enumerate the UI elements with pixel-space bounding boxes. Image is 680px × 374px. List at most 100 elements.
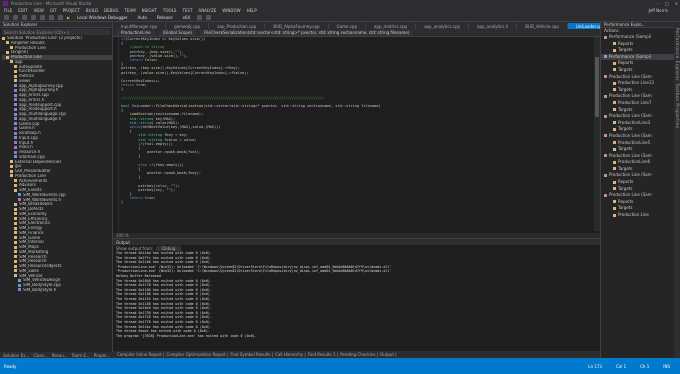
- folder-icon: [10, 169, 13, 173]
- editor-navigation-bar: ProductionLine (Global Scope) FileCheckSer…: [113, 29, 600, 37]
- tree-item-label: app: [15, 59, 23, 64]
- perf-tree-item[interactable]: Targets: [601, 67, 674, 74]
- perf-tree-item[interactable]: Reports: [601, 179, 674, 186]
- bottom-tab[interactable]: Find Symbol Results |: [230, 352, 273, 357]
- bottom-tab[interactable]: Compiler Inline Report |: [117, 352, 164, 357]
- perf-tree-item[interactable]: Targets: [601, 47, 674, 54]
- tree-item-label: SIM_Marketing: [19, 249, 49, 254]
- perf-tree-item[interactable]: Targets: [601, 166, 674, 173]
- output-source-select[interactable]: Debug: [156, 245, 182, 251]
- perf-tree-item[interactable]: Production Line (Sam: [601, 93, 674, 100]
- config-select[interactable]: Release: [157, 15, 173, 20]
- tree-item[interactable]: SIM_BodyStyle.h: [2, 288, 112, 293]
- perf-tree-item[interactable]: Performance (Sampli: [601, 53, 674, 61]
- menu-item-test[interactable]: TEST: [182, 8, 192, 13]
- platform-select[interactable]: x64: [183, 15, 190, 20]
- bottom-tab[interactable]: Pending Checkins |: [340, 352, 378, 357]
- forward-icon[interactable]: [13, 15, 18, 20]
- perf-tree-item[interactable]: Production Line7: [601, 100, 674, 107]
- panel-tab[interactable]: Proper...: [94, 353, 110, 358]
- perf-tree-item[interactable]: Targets: [601, 107, 674, 114]
- folder-icon: [613, 81, 616, 85]
- perf-tree-item[interactable]: Reports: [601, 60, 674, 67]
- bottom-tab[interactable]: Call Hierarchy |: [275, 352, 306, 357]
- perf-tree-item[interactable]: Production Line (Sam: [601, 192, 674, 199]
- member-dropdown[interactable]: FileCheckSerialization(std::vector<std::…: [199, 29, 414, 36]
- signed-in-user[interactable]: Jeff Norris: [648, 8, 668, 13]
- perf-tree-item[interactable]: ProductionLine6: [601, 159, 674, 166]
- perf-tree-item[interactable]: Targets: [601, 146, 674, 153]
- file-icon: [14, 112, 17, 116]
- menu-item-file[interactable]: FILE: [4, 8, 12, 13]
- panel-tab[interactable]: Team E...: [72, 353, 90, 358]
- open-icon[interactable]: [31, 15, 36, 20]
- menu-item-view[interactable]: VIEW: [33, 8, 43, 13]
- menu-item-team[interactable]: TEAM: [124, 8, 135, 13]
- tree-item-label: Production Line: [15, 45, 46, 50]
- menu-item-git[interactable]: GIT: [50, 8, 57, 13]
- title-bar: Production Line - Microsoft Visual Studi…: [0, 0, 680, 7]
- menu-item-debug[interactable]: DEBUG: [104, 8, 118, 13]
- find-icon[interactable]: [197, 15, 203, 20]
- code-editor[interactable]: ProductionLine (Global Scope) FileCheckSer…: [113, 29, 600, 238]
- auto-select[interactable]: Auto: [138, 15, 147, 20]
- perf-tree-item[interactable]: Production Line (Sam: [601, 153, 674, 160]
- start-debug-icon[interactable]: ▶: [67, 15, 70, 20]
- bookmark-icon[interactable]: [206, 15, 212, 20]
- menu-item-analyze[interactable]: ANALYZE: [198, 8, 216, 13]
- panel-tab[interactable]: Solution Ex...: [3, 353, 29, 358]
- perf-item-label: Reports: [618, 40, 634, 46]
- perf-tree-item[interactable]: Reports: [601, 41, 674, 48]
- folder-icon: [613, 206, 616, 210]
- perf-tree-item[interactable]: Production Line (Sam: [601, 133, 674, 140]
- perf-tree-item[interactable]: Targets: [601, 205, 674, 212]
- redo-icon[interactable]: [58, 15, 63, 20]
- folder-icon: [613, 180, 616, 184]
- folder-icon: [613, 121, 616, 125]
- perf-tree-item[interactable]: Production Line (Sam: [601, 74, 674, 81]
- tree-item-label: SIM_Economy: [19, 211, 47, 216]
- perf-tree-item[interactable]: Production Line (Sam: [601, 113, 674, 120]
- perf-tree-item[interactable]: Production Line: [601, 212, 674, 219]
- scroll-thumb[interactable]: [595, 57, 599, 117]
- perf-tree-item[interactable]: Production Line (Sam: [601, 172, 674, 179]
- maximize-icon[interactable]: □: [665, 1, 669, 6]
- menu-item-tools[interactable]: TOOLS: [163, 8, 177, 13]
- output-text[interactable]: The thread 0x11bd has exited with code 0…: [113, 251, 600, 338]
- menu-item-project[interactable]: PROJECT: [63, 8, 80, 13]
- perf-tree-item[interactable]: ProductionLine3: [601, 120, 674, 127]
- side-tool-strip[interactable]: Performance Explorer Toolbox Properties: [674, 22, 680, 358]
- folder-icon: [613, 42, 616, 46]
- perf-tree-item[interactable]: Targets: [601, 126, 674, 133]
- menu-item-help[interactable]: HELP: [247, 8, 257, 13]
- new-project-icon[interactable]: [22, 15, 27, 20]
- debugger-select[interactable]: Local Windows Debugger: [77, 15, 128, 20]
- solution-search-input[interactable]: Search Solution Explorer (Ctrl+;): [2, 29, 110, 35]
- project-dropdown[interactable]: ProductionLine: [117, 29, 155, 36]
- bottom-tab[interactable]: Find Results 1 |: [308, 352, 338, 357]
- bottom-tab[interactable]: Compiler Optimization Report |: [166, 352, 228, 357]
- menu-item-build[interactable]: BUILD: [86, 8, 98, 13]
- undo-icon[interactable]: [49, 15, 54, 20]
- close-icon[interactable]: ✕: [675, 1, 678, 6]
- minimize-icon[interactable]: –: [657, 1, 659, 6]
- back-icon[interactable]: [4, 15, 9, 20]
- bottom-tab[interactable]: Output |: [380, 352, 397, 357]
- perf-tree-item[interactable]: Production Line13: [601, 80, 674, 87]
- panel-tab[interactable]: Resou...: [52, 353, 68, 358]
- tree-item-label: metrics: [19, 74, 34, 78]
- column-number: Col 1: [615, 363, 627, 369]
- save-icon[interactable]: [40, 15, 45, 20]
- panel-tab[interactable]: Class...: [33, 353, 47, 358]
- menu-item-nsight[interactable]: NSIGHT: [142, 8, 157, 13]
- code-area[interactable]: if(CurrentKeyIndex >= KeyValues.size()){…: [113, 37, 593, 231]
- perf-tree-item[interactable]: Performance (Sampli: [601, 34, 674, 41]
- perf-tree-item[interactable]: Targets: [601, 87, 674, 94]
- menu-item-window[interactable]: WINDOW: [222, 8, 240, 13]
- document-tabs: InputManager.cpp gameobj.cpp aap_Productio…: [113, 22, 600, 29]
- perf-tree-item[interactable]: Reports: [601, 199, 674, 206]
- menu-item-edit[interactable]: EDIT: [18, 8, 27, 13]
- scope-dropdown[interactable]: (Global Scope): [158, 29, 196, 36]
- perf-tree-item[interactable]: Targets: [601, 186, 674, 193]
- perf-tree-item[interactable]: ProductionLine5: [601, 140, 674, 147]
